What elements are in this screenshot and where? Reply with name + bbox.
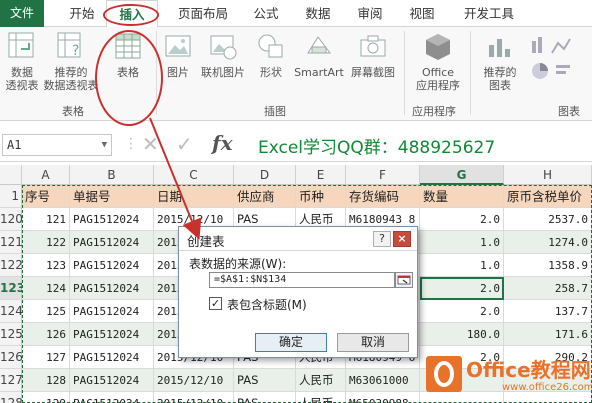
watermark-site-url: www.office26.com xyxy=(502,382,592,393)
office-tutorial-watermark: Office教程网 www.office26.com xyxy=(426,350,592,400)
watermark-site-name: Office教程网 xyxy=(466,358,591,382)
annotation-arrow xyxy=(149,117,202,240)
office-logo-icon xyxy=(426,356,462,392)
